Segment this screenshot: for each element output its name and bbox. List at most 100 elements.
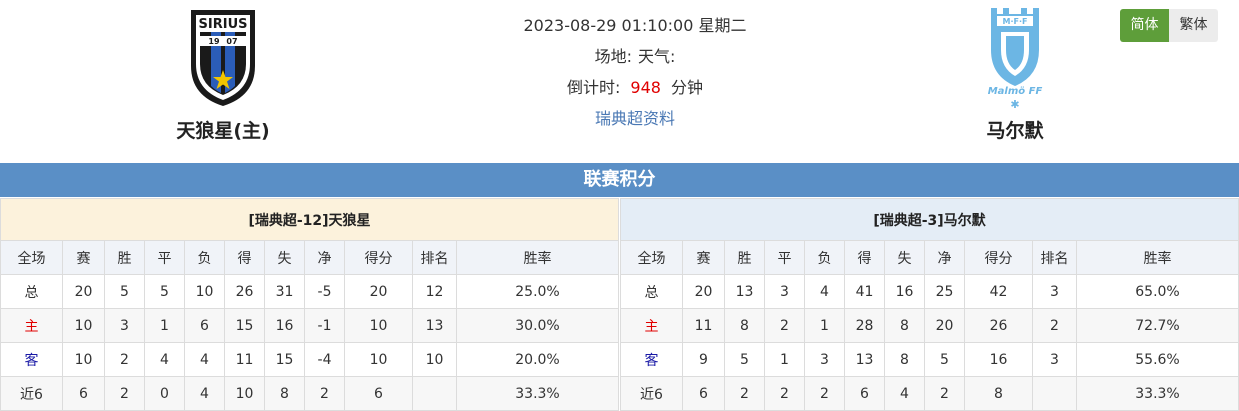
language-switch: 简体 繁体 (1120, 9, 1218, 42)
table-cell: 20 (682, 274, 725, 309)
table-row: 主 10 3 1 6 15 16 -1 10 13 30.0% (0, 308, 619, 343)
table-cell: 15 (224, 308, 265, 343)
table-cell: 3 (1032, 274, 1077, 309)
table-cell: -4 (304, 342, 345, 377)
table-cell: 3 (104, 308, 145, 343)
col-header: 净 (304, 240, 345, 275)
table-row: 客 10 2 4 4 11 15 -4 10 10 20.0% (0, 342, 619, 377)
table-cell: 4 (184, 342, 225, 377)
table-cell: 客 (620, 342, 683, 377)
table-cell: 8 (884, 308, 925, 343)
table-cell: 客 (0, 342, 63, 377)
table-cell: 11 (682, 308, 725, 343)
weather-label: 天气: (638, 47, 676, 66)
table-row: 近6 6 2 0 4 10 8 2 6 33.3% (0, 376, 619, 411)
table-cell: 9 (682, 342, 725, 377)
col-header: 全场 (620, 240, 683, 275)
col-header: 胜 (104, 240, 145, 275)
home-standings: [瑞典超-12]天狼星 全场 赛 胜 平 负 得 失 净 得分 排名 胜率 总2… (0, 198, 619, 411)
table-cell: 20 (344, 274, 413, 309)
col-header: 得 (224, 240, 265, 275)
countdown: 倒计时: 948 分钟 (470, 74, 800, 105)
countdown-unit: 分钟 (670, 78, 703, 97)
col-header: 负 (184, 240, 225, 275)
table-cell: 2 (764, 308, 805, 343)
col-header: 得分 (964, 240, 1033, 275)
table-row: 主 11 8 2 1 28 8 20 26 2 72.7% (620, 308, 1239, 343)
table-cell: 10 (184, 274, 225, 309)
malmo-ff-logo-icon: M·F·F Malmö FF ✱ (988, 8, 1042, 110)
svg-text:✱: ✱ (1010, 98, 1019, 110)
col-header: 胜 (724, 240, 765, 275)
traditional-chinese-button[interactable]: 繁体 (1169, 9, 1218, 42)
match-datetime: 2023-08-29 01:10:00 星期二 (523, 16, 747, 35)
col-header: 平 (144, 240, 185, 275)
col-header: 胜率 (456, 240, 619, 275)
table-cell: 8 (264, 376, 305, 411)
home-standings-table: [瑞典超-12]天狼星 全场 赛 胜 平 负 得 失 净 得分 排名 胜率 总2… (0, 198, 619, 411)
table-cell: 总 (620, 274, 683, 309)
table-cell: 10 (344, 308, 413, 343)
col-header: 负 (804, 240, 845, 275)
table-cell: 55.6% (1076, 342, 1239, 377)
home-team-name: 天狼星(主) (176, 120, 270, 142)
table-cell: 5 (144, 274, 185, 309)
table-cell: 16 (884, 274, 925, 309)
table-cell: 26 (224, 274, 265, 309)
table-cell: 2 (104, 342, 145, 377)
simplified-chinese-button[interactable]: 简体 (1120, 9, 1169, 42)
col-header: 得分 (344, 240, 413, 275)
table-cell: 5 (924, 342, 965, 377)
col-header: 净 (924, 240, 965, 275)
table-cell: 25.0% (456, 274, 619, 309)
logo-lettering: SIRIUS (199, 17, 248, 32)
table-cell: 主 (0, 308, 63, 343)
table-cell (1032, 376, 1077, 411)
table-cell: 3 (764, 274, 805, 309)
table-cell: 5 (104, 274, 145, 309)
table-cell: 近6 (620, 376, 683, 411)
table-cell: 10 (344, 342, 413, 377)
col-header: 排名 (412, 240, 457, 275)
table-cell (412, 376, 457, 411)
table-cell: 10 (62, 308, 105, 343)
table-cell: 13 (412, 308, 457, 343)
table-cell: 10 (62, 342, 105, 377)
col-header: 失 (884, 240, 925, 275)
table-cell: 41 (844, 274, 885, 309)
table-cell: 33.3% (1076, 376, 1239, 411)
table-cell: 30.0% (456, 308, 619, 343)
col-header: 得 (844, 240, 885, 275)
table-cell: 6 (844, 376, 885, 411)
col-header: 失 (264, 240, 305, 275)
table-cell: 1 (144, 308, 185, 343)
logo-lettering-top: M·F·F (1003, 17, 1028, 26)
away-team[interactable]: M·F·F Malmö FF ✱ 马尔默 (915, 6, 1115, 143)
table-cell: 13 (724, 274, 765, 309)
table-header-row: 全场 赛 胜 平 负 得 失 净 得分 排名 胜率 (0, 240, 619, 275)
table-cell: 6 (62, 376, 105, 411)
away-table-title: [瑞典超-3]马尔默 (620, 198, 1239, 241)
home-team[interactable]: SIRIUS 19 07 天狼星(主) (123, 6, 323, 143)
sirius-logo-icon: SIRIUS 19 07 (191, 10, 255, 106)
col-header: 全场 (0, 240, 63, 275)
table-row: 总 20 5 5 10 26 31 -5 20 12 25.0% (0, 274, 619, 309)
table-header-row: 全场 赛 胜 平 负 得 失 净 得分 排名 胜率 (620, 240, 1239, 275)
col-header: 排名 (1032, 240, 1077, 275)
table-cell: 10 (224, 376, 265, 411)
away-standings-table: [瑞典超-3]马尔默 全场 赛 胜 平 负 得 失 净 得分 排名 胜率 总 20… (620, 198, 1239, 411)
standings-section-title: 联赛积分 (0, 163, 1239, 197)
svg-text:19: 19 (208, 37, 220, 46)
table-cell: 72.7% (1076, 308, 1239, 343)
table-cell: 12 (412, 274, 457, 309)
table-cell: 6 (682, 376, 725, 411)
venue-label: 场地: (594, 47, 632, 66)
table-cell: 1 (804, 308, 845, 343)
league-info-link[interactable]: 瑞典超资料 (470, 105, 800, 136)
col-header: 胜率 (1076, 240, 1239, 275)
table-cell: 主 (620, 308, 683, 343)
table-cell: 2 (1032, 308, 1077, 343)
table-row: 近6 6 2 2 2 6 4 2 8 33.3% (620, 376, 1239, 411)
table-cell: 25 (924, 274, 965, 309)
table-cell: 26 (964, 308, 1033, 343)
